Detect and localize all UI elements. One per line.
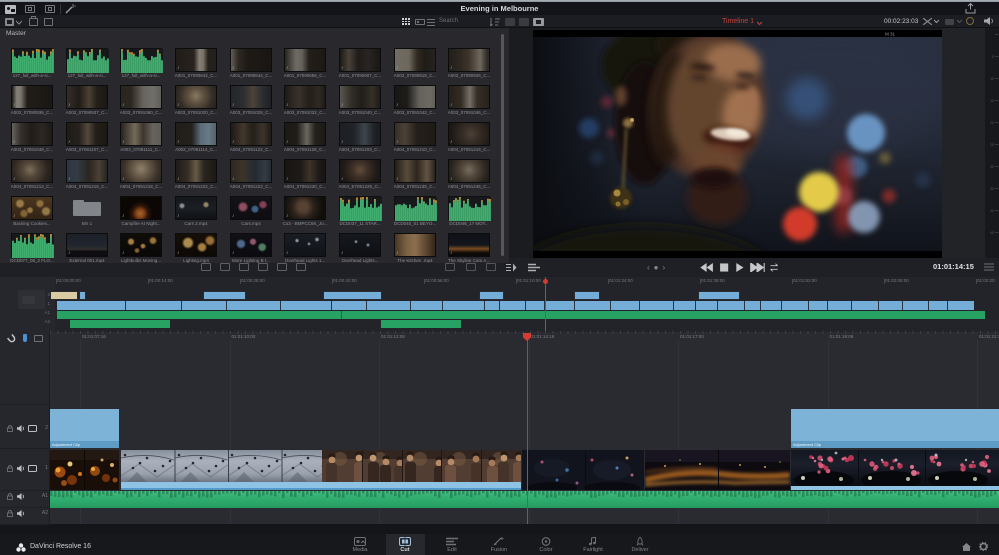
svg-text:M 31: M 31 (885, 32, 896, 37)
